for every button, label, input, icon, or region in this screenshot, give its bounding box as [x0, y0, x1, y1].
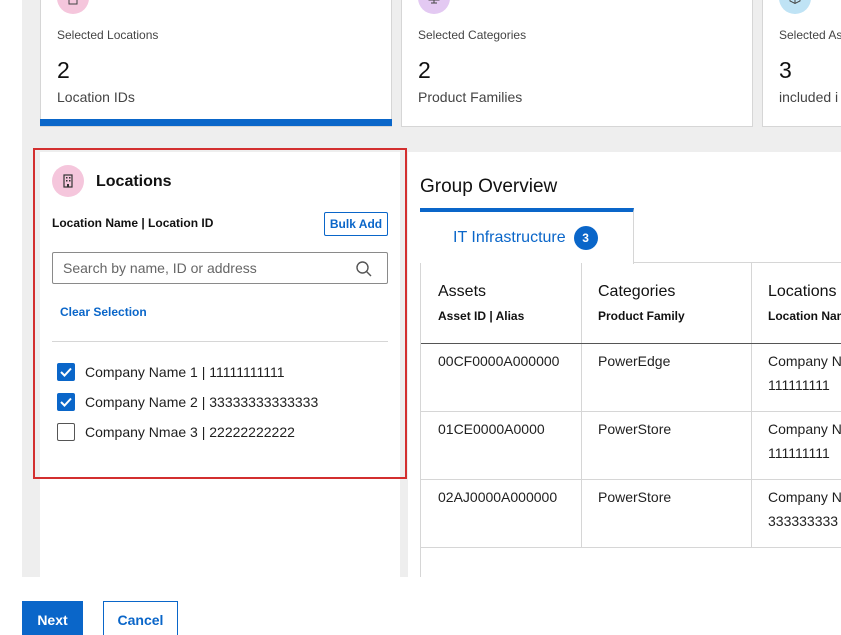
row-divider: [421, 479, 841, 480]
column-subtitle: Asset ID | Alias: [438, 309, 525, 323]
group-overview-table: Assets Asset ID | Alias Categories Produ…: [420, 263, 841, 577]
summary-card-assets[interactable]: Selected As 3 included i: [762, 0, 841, 127]
card-label: Selected As: [779, 28, 841, 42]
column-subtitle: Location Nam: [768, 309, 841, 323]
card-label: Selected Locations: [57, 28, 159, 42]
category: PowerStore: [598, 421, 672, 437]
column-header-locations[interactable]: Locations Location Nam: [751, 263, 841, 343]
tab-count-badge: 3: [573, 226, 598, 250]
tab-it-infrastructure[interactable]: IT Infrastructure 3: [420, 208, 634, 264]
column-divider: [751, 263, 752, 548]
location-line: 333333333: [768, 513, 839, 529]
location-line: 111111111: [768, 445, 830, 461]
monitor-icon: [418, 0, 450, 14]
column-header-categories[interactable]: Categories Product Family: [581, 263, 751, 343]
card-count: 2: [57, 57, 70, 83]
cube-icon: [779, 0, 811, 14]
summary-card-locations[interactable]: Selected Locations 2 Location IDs: [40, 0, 392, 127]
location-line: Company N: [768, 353, 841, 369]
location-line: 111111111: [768, 377, 830, 393]
active-card-indicator: [40, 119, 392, 126]
location-line: Company N: [768, 489, 841, 505]
card-sub: Product Families: [418, 89, 523, 105]
column-title: Assets: [438, 283, 487, 300]
card-count: 2: [418, 57, 431, 83]
locations-highlight-box: [33, 148, 407, 479]
asset-id: 00CF0000A000000: [438, 353, 560, 369]
category: PowerStore: [598, 489, 672, 505]
next-button[interactable]: Next: [22, 601, 83, 635]
cancel-button[interactable]: Cancel: [103, 601, 178, 635]
column-header-assets[interactable]: Assets Asset ID | Alias: [421, 263, 581, 343]
category: PowerEdge: [598, 353, 671, 369]
row-divider: [421, 547, 841, 548]
card-count: 3: [779, 57, 792, 83]
header-divider: [421, 343, 841, 344]
asset-id: 02AJ0000A000000: [438, 489, 558, 505]
page: Selected Locations 2 Location IDs Select…: [0, 0, 841, 635]
asset-id: 01CE0000A0000: [438, 421, 545, 437]
summary-card-categories[interactable]: Selected Categories 2 Product Families: [401, 0, 753, 127]
card-label: Selected Categories: [418, 28, 527, 42]
tab-label: IT Infrastructure: [453, 229, 566, 246]
card-sub: included i: [779, 89, 839, 105]
card-sub: Location IDs: [57, 89, 135, 105]
column-subtitle: Product Family: [598, 309, 685, 323]
column-title: Categories: [598, 283, 676, 300]
column-divider: [581, 263, 582, 548]
location-line: Company N: [768, 421, 841, 437]
building-icon: [57, 0, 89, 14]
row-divider: [421, 411, 841, 412]
group-overview-title: Group Overview: [420, 176, 558, 197]
column-title: Locations: [768, 283, 837, 300]
